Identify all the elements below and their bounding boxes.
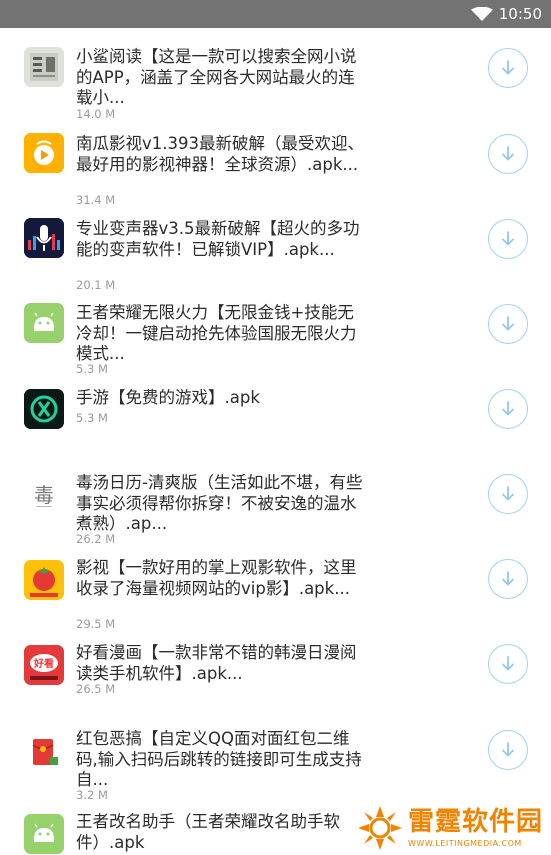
list-item[interactable]: 南瓜影视v1.393最新破解（最受欢迎、最好用的影视神器！全球资源）.apk..… [0,114,551,207]
microphone-icon [24,218,64,258]
list-item[interactable]: 好看 好看漫画【一款非常不错的韩漫日漫阅读类手机软件】.apk... 26.5 … [0,635,551,731]
item-size: 26.5 M [76,682,116,696]
tomato-video-icon [24,560,64,600]
sun-logo-icon [358,806,402,850]
status-time: 10:50 [498,5,542,23]
status-bar: 10:50 [0,0,551,28]
item-size: 26.2 M [76,532,116,546]
download-button[interactable] [488,559,528,599]
watermark-url: WWW.LEITINGMEDIA.COM [408,839,522,848]
item-title: 小鲨阅读【这是一款可以搜索全网小说的APP，涵盖了全网各大网站最火的连载小... [76,47,357,107]
app-screen: 10:50 小鲨阅读【这是一款可以搜索全网小说的APP，涵盖了全网各大网站最火的… [0,0,551,855]
download-arrow-icon [502,231,514,246]
download-button[interactable] [488,474,528,514]
item-title: 好看漫画【一款非常不错的韩漫日漫阅读类手机软件】.apk... [76,643,357,683]
download-arrow-icon [502,316,514,331]
svg-text:毒: 毒 [34,483,54,507]
download-button[interactable] [488,644,528,684]
list-item[interactable]: 毒 毒汤日历-清爽版（生活如此不堪，有些事实必须得帮你拆穿！不被安逸的温水煮熟）… [0,465,551,550]
game-icon [24,389,64,429]
list-item[interactable]: 影视【一款好用的掌上观影软件，这里收录了海量视频网站的vip影】.apk... … [0,550,551,635]
item-title: 南瓜影视v1.393最新破解（最受欢迎、最好用的影视神器！全球资源）.apk..… [76,134,365,174]
download-button[interactable] [488,219,528,259]
download-arrow-icon [502,486,514,501]
download-button[interactable] [488,730,528,770]
item-size: 29.5 M [76,617,116,631]
item-title: 红包恶搞【自定义QQ面对面红包二维码,输入扫码后跳转的链接即可生成支持自... [76,729,362,789]
wifi-icon [471,7,493,21]
list-item[interactable]: 小鲨阅读【这是一款可以搜索全网小说的APP，涵盖了全网各大网站最火的连载小...… [0,28,551,121]
item-size: 5.3 M [76,411,108,425]
list-item[interactable]: 手游【免费的游戏】.apk 5.3 M [0,369,551,465]
calendar-icon: 毒 [24,475,64,515]
download-button[interactable] [488,304,528,344]
download-arrow-icon [502,571,514,586]
red-envelope-icon [24,731,64,771]
download-button[interactable] [488,389,528,429]
download-arrow-icon [502,656,514,671]
item-title: 王者改名助手（王者荣耀改名助手软件）.apk [76,812,340,852]
download-button[interactable] [488,48,528,88]
download-arrow-icon [502,401,514,416]
list-item[interactable]: 王者荣耀无限火力【无限金钱+技能无冷却！一键启动抢先体验国服无限火力模式... … [0,284,551,376]
comic-icon: 好看 [24,645,64,685]
download-button[interactable] [488,134,528,174]
item-title: 专业变声器v3.5最新破解【超火的多功能的变声软件！已解锁VIP】.apk... [76,219,360,259]
item-title: 王者荣耀无限火力【无限金钱+技能无冷却！一键启动抢先体验国服无限火力模式... [76,303,357,363]
download-arrow-icon [502,742,514,757]
item-title: 手游【免费的游戏】.apk [76,388,260,407]
download-arrow-icon [502,146,514,161]
watermark-name: 雷霆软件园 [408,807,544,837]
android-icon [24,303,64,343]
site-watermark: 雷霆软件园 WWW.LEITINGMEDIA.COM [352,800,551,855]
pumpkin-video-icon [24,133,64,173]
xiaosha-reader-icon [24,47,64,87]
android-icon [24,814,64,854]
item-size: 3.2 M [76,788,108,802]
list-item[interactable]: 专业变声器v3.5最新破解【超火的多功能的变声软件！已解锁VIP】.apk...… [0,199,551,292]
svg-text:好看: 好看 [33,657,54,670]
item-title: 毒汤日历-清爽版（生活如此不堪，有些事实必须得帮你拆穿！不被安逸的温水煮熟）.a… [76,473,363,533]
download-arrow-icon [502,60,514,75]
item-title: 影视【一款好用的掌上观影软件，这里收录了海量视频网站的vip影】.apk... [76,558,357,598]
